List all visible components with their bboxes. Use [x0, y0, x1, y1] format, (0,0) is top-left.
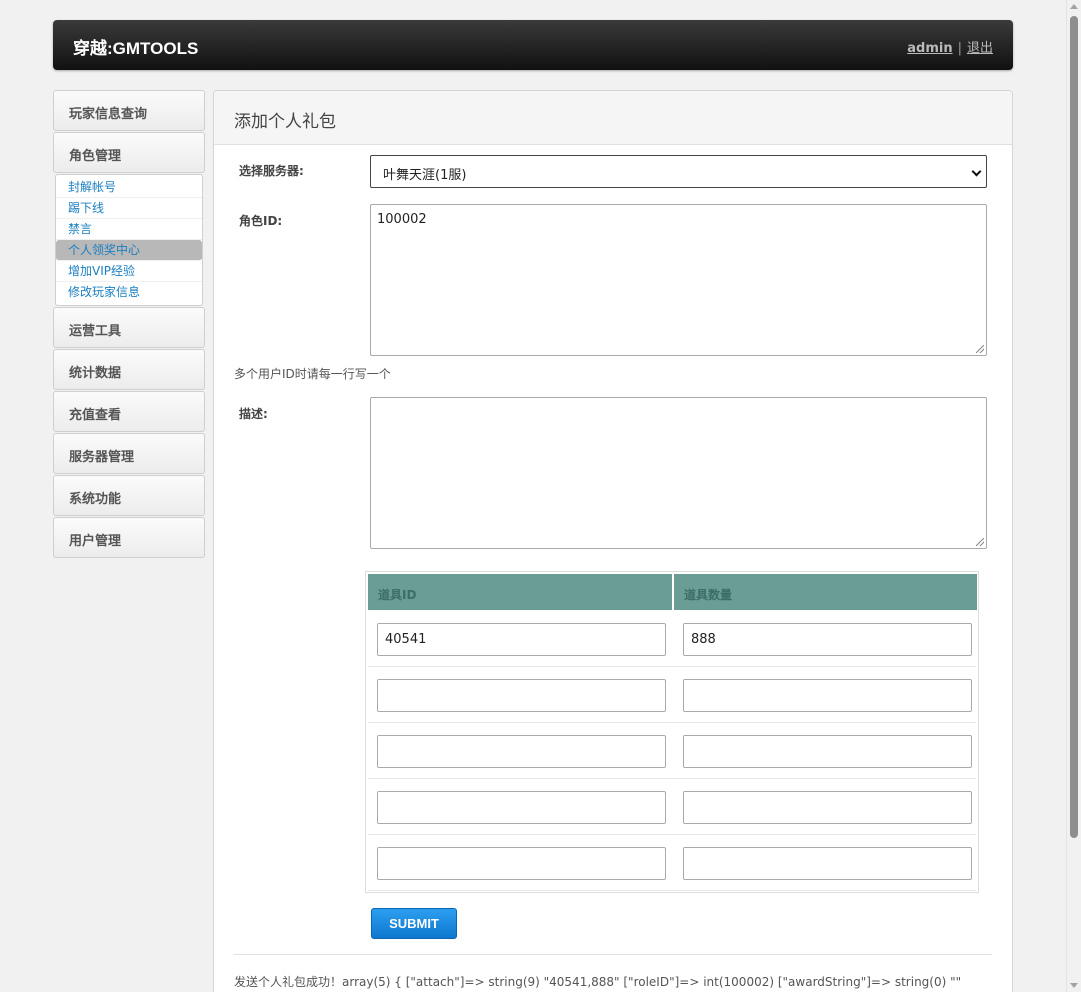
sidebar: 玩家信息查询 角色管理 封解帐号 踢下线 禁言 个人领奖中心 增加VIP经验 修… — [53, 90, 205, 559]
logout-link[interactable]: 退出 — [967, 41, 993, 56]
row-divider — [368, 834, 976, 835]
sidebar-item-ban-account[interactable]: 封解帐号 — [56, 177, 202, 198]
server-label: 选择服务器: — [239, 164, 304, 178]
sidebar-item-mute[interactable]: 禁言 — [56, 219, 202, 240]
description-label: 描述: — [239, 407, 268, 421]
server-select-value: 叶舞天涯(1服) — [383, 168, 467, 183]
sidebar-group-recharge[interactable]: 充值查看 — [53, 391, 205, 432]
item-id-input[interactable] — [377, 735, 666, 768]
result-message: 发送个人礼包成功！array(5) { ["attach"]=> string(… — [234, 975, 962, 989]
row-divider — [368, 890, 976, 891]
scroll-up-icon[interactable] — [1070, 4, 1078, 9]
sidebar-group-operation-tools[interactable]: 运营工具 — [53, 307, 205, 348]
sidebar-group-server-management[interactable]: 服务器管理 — [53, 433, 205, 474]
content-panel: 添加个人礼包 选择服务器: 叶舞天涯(1服) 角色ID: 100002 多个用户… — [213, 90, 1013, 992]
item-table: 道具ID 道具数量 40541 888 — [365, 571, 979, 893]
scroll-thumb[interactable] — [1070, 16, 1078, 838]
sidebar-item-edit-player-info[interactable]: 修改玩家信息 — [56, 282, 202, 303]
scroll-down-icon[interactable] — [1070, 983, 1078, 988]
top-header: 穿越:GMTOOLS admin | 退出 — [53, 20, 1013, 70]
item-id-input[interactable] — [377, 847, 666, 880]
row-divider — [368, 722, 976, 723]
sidebar-item-kick-offline[interactable]: 踢下线 — [56, 198, 202, 219]
role-id-value: 100002 — [377, 212, 427, 227]
item-id-input[interactable] — [377, 791, 666, 824]
sidebar-item-personal-award-center[interactable]: 个人领奖中心 — [56, 240, 202, 261]
role-id-hint: 多个用户ID时请每一行写一个 — [234, 367, 391, 381]
role-id-label: 角色ID: — [239, 214, 283, 228]
sidebar-group-statistics[interactable]: 统计数据 — [53, 349, 205, 390]
role-submenu: 封解帐号 踢下线 禁言 个人领奖中心 增加VIP经验 修改玩家信息 — [55, 174, 203, 306]
item-count-input[interactable] — [683, 679, 972, 712]
sidebar-group-system-functions[interactable]: 系统功能 — [53, 475, 205, 516]
server-select[interactable]: 叶舞天涯(1服) — [370, 155, 987, 188]
brand-title: 穿越:GMTOOLS — [73, 39, 199, 58]
page-title: 添加个人礼包 — [214, 91, 1012, 145]
sidebar-group-role-management[interactable]: 角色管理 — [53, 132, 205, 173]
item-count-input[interactable]: 888 — [683, 623, 972, 656]
chevron-down-icon — [971, 166, 982, 177]
item-count-input[interactable] — [683, 735, 972, 768]
table-header-item-count: 道具数量 — [674, 574, 977, 610]
submit-button[interactable]: SUBMIT — [371, 908, 457, 939]
item-id-input[interactable] — [377, 679, 666, 712]
sidebar-group-user-management[interactable]: 用户管理 — [53, 517, 205, 558]
role-id-textarea[interactable]: 100002 — [370, 204, 987, 356]
page-scrollbar[interactable] — [1066, 0, 1081, 992]
item-id-input[interactable]: 40541 — [377, 623, 666, 656]
table-header-item-id: 道具ID — [368, 574, 672, 610]
result-divider — [234, 954, 992, 955]
description-textarea[interactable] — [370, 397, 987, 549]
item-count-input[interactable] — [683, 791, 972, 824]
user-links: admin | 退出 — [907, 37, 993, 56]
row-divider — [368, 778, 976, 779]
sidebar-group-player-info[interactable]: 玩家信息查询 — [53, 90, 205, 131]
sidebar-item-add-vip-exp[interactable]: 增加VIP经验 — [56, 261, 202, 282]
item-count-input[interactable] — [683, 847, 972, 880]
admin-link[interactable]: admin — [907, 41, 952, 56]
resize-grip-icon[interactable] — [976, 538, 984, 546]
user-links-separator: | — [957, 41, 962, 56]
resize-grip-icon[interactable] — [976, 345, 984, 353]
row-divider — [368, 666, 976, 667]
